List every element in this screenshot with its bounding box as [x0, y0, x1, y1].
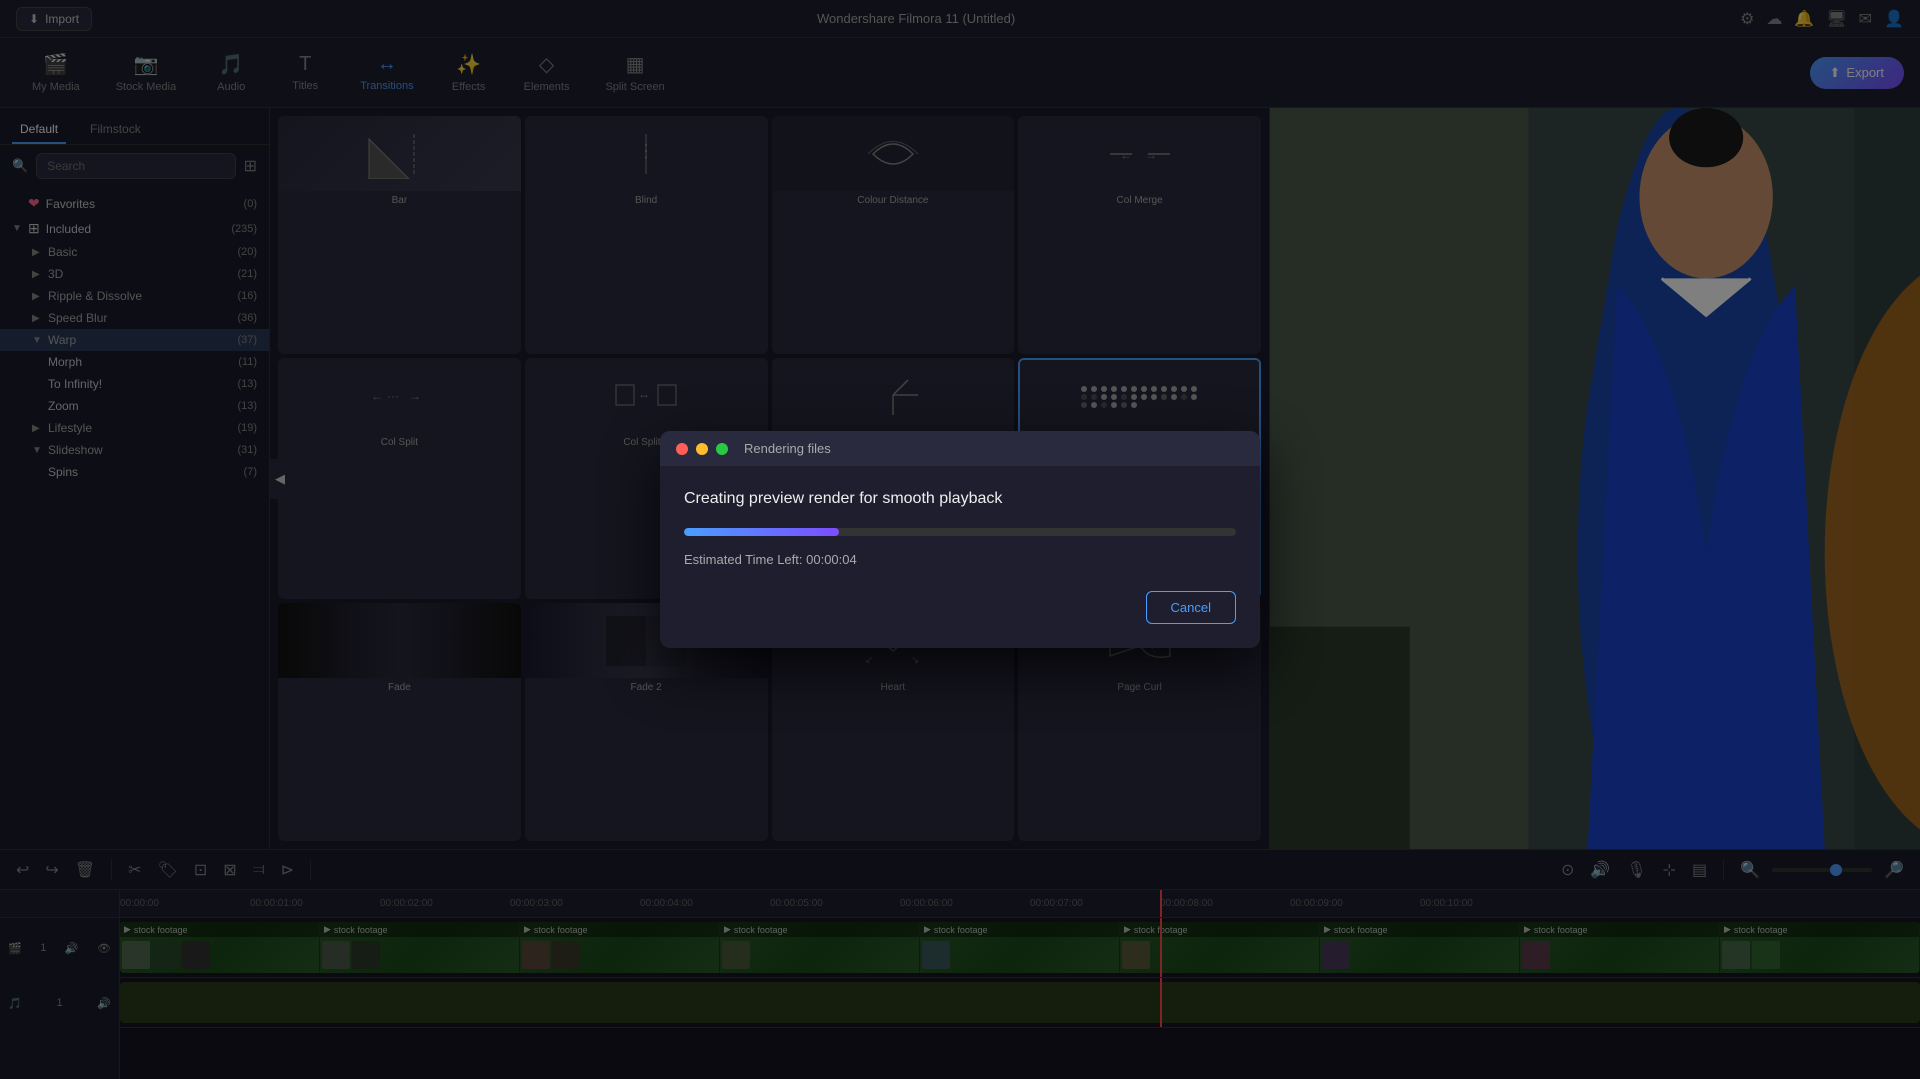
dialog-time: Estimated Time Left: 00:00:04	[684, 552, 1236, 567]
minimize-button[interactable]	[696, 443, 708, 455]
maximize-button[interactable]	[716, 443, 728, 455]
dialog-actions: Cancel	[684, 591, 1236, 624]
close-button[interactable]	[676, 443, 688, 455]
dialog-overlay: Rendering files Creating preview render …	[0, 0, 1920, 1079]
progress-bar-fill	[684, 528, 839, 536]
dialog-titlebar: Rendering files	[660, 431, 1260, 466]
progress-bar-container	[684, 528, 1236, 536]
rendering-dialog: Rendering files Creating preview render …	[660, 431, 1260, 648]
time-label: Estimated Time Left:	[684, 552, 803, 567]
dialog-body: Creating preview render for smooth playb…	[660, 466, 1260, 648]
cancel-button[interactable]: Cancel	[1146, 591, 1236, 624]
time-value: 00:00:04	[806, 552, 857, 567]
dialog-message: Creating preview render for smooth playb…	[684, 490, 1236, 508]
dialog-title: Rendering files	[744, 441, 831, 456]
